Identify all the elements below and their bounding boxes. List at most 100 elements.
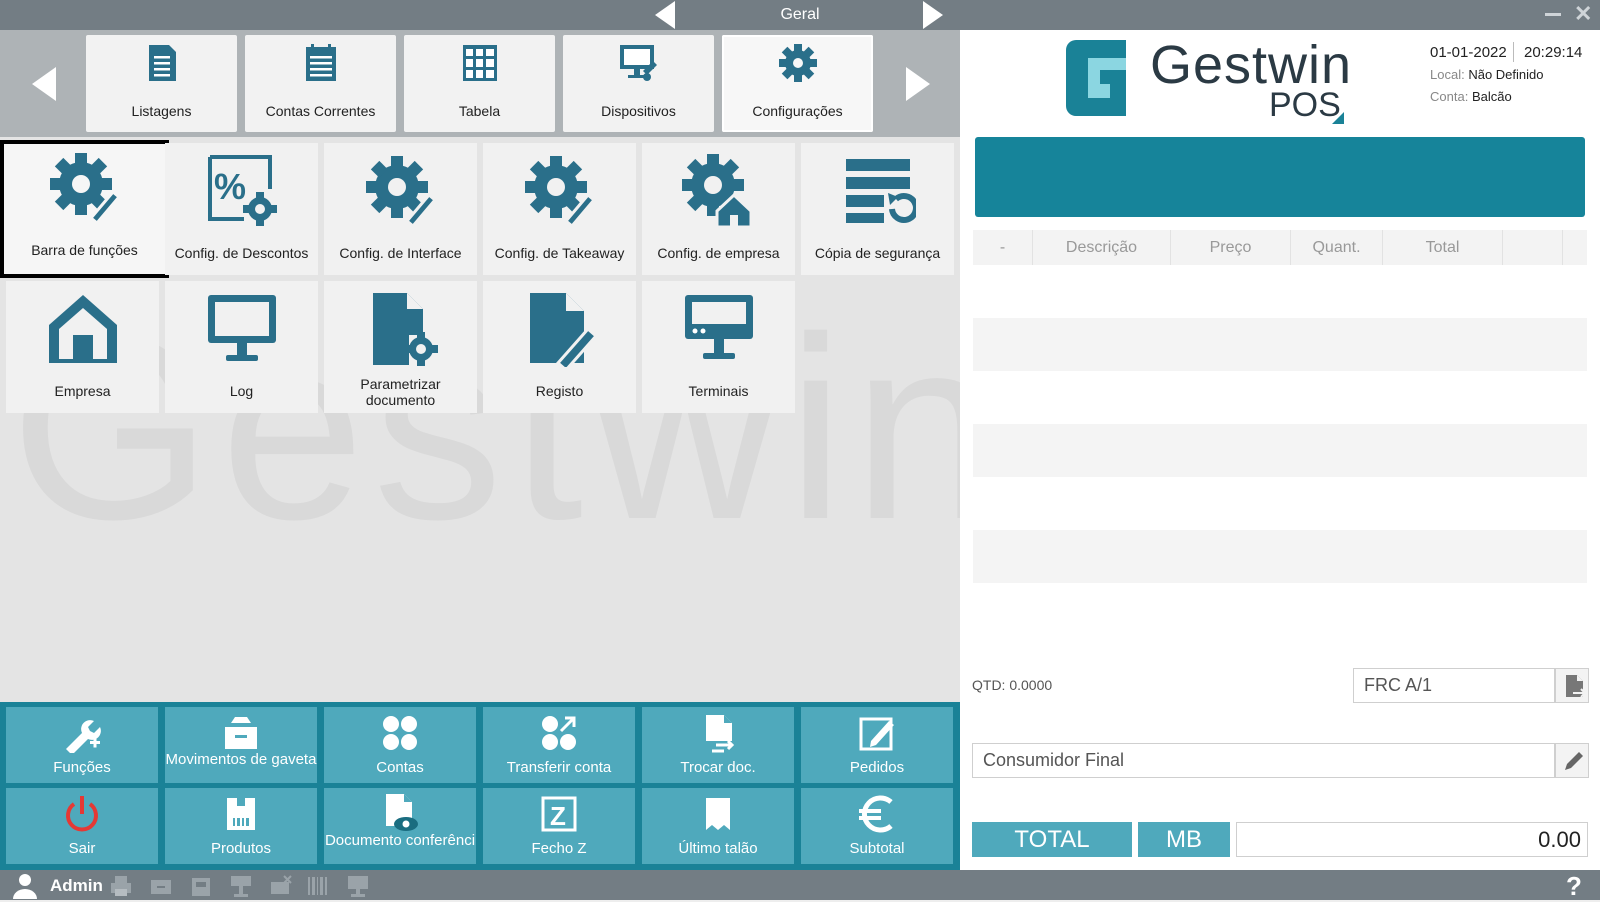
next-page-arrow-icon[interactable] (923, 1, 943, 29)
tile-terminais[interactable]: Terminais (642, 281, 795, 413)
button-label: Trocar doc. (680, 759, 756, 776)
produtos-button[interactable]: Produtos (165, 788, 317, 864)
user-name: Admin (50, 876, 103, 895)
power-icon (66, 796, 98, 832)
table-row[interactable] (973, 318, 1587, 371)
tile-config-interface[interactable]: Config. de Interface (324, 143, 477, 275)
pedidos-button[interactable]: Pedidos (801, 707, 953, 783)
divider (1513, 42, 1514, 62)
terminal-status-icon[interactable] (346, 874, 370, 898)
tile-log[interactable]: Log (165, 281, 318, 413)
table-row[interactable] (973, 583, 1587, 636)
button-label: Produtos (210, 840, 272, 857)
tab-label: Contas Correntes (265, 103, 376, 119)
funcoes-button[interactable]: Funções (6, 707, 158, 783)
tile-config-empresa[interactable]: Config. de empresa (642, 143, 795, 275)
receipt-icon (706, 798, 730, 830)
column-header-preco[interactable]: Preço (1171, 230, 1291, 265)
sair-button[interactable]: Sair (6, 788, 158, 864)
help-icon[interactable]: ? (1566, 871, 1582, 902)
cash-drawer-icon[interactable] (149, 874, 173, 898)
percent-gear-icon: % (207, 155, 277, 226)
trocar-doc-button[interactable]: Trocar doc. (642, 707, 794, 783)
svg-text:%: % (214, 166, 246, 207)
status-bar: Admin ? (0, 870, 1600, 902)
column-header-descricao[interactable]: Descrição (1033, 230, 1171, 265)
tab-label: Tabela (458, 103, 501, 119)
function-bar: Funções Movimentos de gaveta Contas Tran… (0, 702, 960, 870)
table-row[interactable] (973, 477, 1587, 530)
four-dots-icon (383, 716, 417, 750)
column-header-extra (1503, 230, 1563, 265)
minimize-icon[interactable] (1545, 13, 1561, 16)
payment-method-button[interactable]: MB (1138, 822, 1230, 857)
button-label: Subtotal (849, 840, 905, 857)
svg-text:Z: Z (550, 801, 566, 831)
tab-configuracoes[interactable]: Configurações (722, 35, 873, 132)
customer-field[interactable]: Consumidor Final (972, 743, 1555, 778)
local-label: Local: (1430, 67, 1465, 82)
scale-icon[interactable] (189, 874, 213, 898)
z-box-icon: Z (541, 796, 577, 832)
tab-tabela[interactable]: Tabela (404, 35, 555, 132)
table-row[interactable] (973, 371, 1587, 424)
subtotal-button[interactable]: Subtotal (801, 788, 953, 864)
tile-barra-de-funcoes[interactable]: Barra de funções (0, 140, 169, 278)
logo-accent-mark (1332, 112, 1344, 124)
ultimo-talao-button[interactable]: Último talão (642, 788, 794, 864)
pencil-icon (1565, 752, 1583, 770)
tile-label: Parametrizar documento (360, 376, 441, 408)
tab-dispositivos[interactable]: Dispositivos (563, 35, 714, 132)
documento-conferencia-button[interactable]: Documento conferênci (324, 788, 476, 864)
table-row[interactable] (973, 424, 1587, 477)
local-value: Não Definido (1468, 67, 1544, 82)
edit-customer-button[interactable] (1555, 743, 1589, 778)
tile-config-descontos[interactable]: % Config. de Descontos (165, 143, 318, 275)
table-row[interactable] (973, 265, 1587, 318)
column-header-total[interactable]: Total (1383, 230, 1503, 265)
document-pencil-icon (529, 293, 598, 367)
button-label: Movimentos de gaveta (165, 751, 317, 768)
transfer-dots-icon (542, 716, 576, 750)
customer-display-icon[interactable] (229, 874, 253, 898)
categories-prev-arrow-icon[interactable] (32, 67, 56, 101)
customer-display-bar (975, 137, 1585, 217)
conta-label: Conta: (1430, 89, 1469, 104)
column-header-quant[interactable]: Quant. (1291, 230, 1383, 265)
document-gear-icon (372, 293, 438, 366)
tile-label: Empresa (54, 383, 111, 399)
tile-label: Config. de Interface (339, 245, 462, 261)
session-date: 01-01-2022 (1430, 44, 1507, 61)
button-label: Pedidos (849, 759, 905, 776)
tile-label: Registo (535, 383, 584, 399)
quantity-readout: QTD: 0.0000 (972, 677, 1053, 693)
previous-page-arrow-icon[interactable] (655, 1, 675, 29)
table-row[interactable] (973, 530, 1587, 583)
tile-registo[interactable]: Registo (483, 281, 636, 413)
tab-contas-correntes[interactable]: Contas Correntes (245, 35, 396, 132)
tile-empresa[interactable]: Empresa (6, 281, 159, 413)
network-printer-icon[interactable] (269, 874, 293, 898)
close-icon[interactable]: ✕ (1574, 2, 1592, 26)
barcode-scanner-icon[interactable] (306, 874, 330, 898)
button-label: Sair (68, 840, 96, 857)
gestwin-logo-icon (1066, 40, 1126, 116)
tile-parametrizar-documento[interactable]: Parametrizar documento (324, 281, 477, 413)
button-label: Fecho Z (531, 840, 587, 857)
document-swap-icon (706, 715, 735, 753)
column-header-index[interactable]: - (973, 230, 1033, 265)
tile-copia-seguranca[interactable]: Cópia de segurança (801, 143, 954, 275)
categories-next-arrow-icon[interactable] (906, 67, 930, 101)
document-select-button[interactable] (1555, 668, 1589, 703)
transferir-conta-button[interactable]: Transferir conta (483, 707, 635, 783)
printer-icon[interactable] (109, 874, 133, 898)
tab-label: Configurações (752, 103, 843, 119)
terminal-icon (684, 295, 753, 359)
movimentos-gaveta-button[interactable]: Movimentos de gaveta (165, 707, 317, 783)
tile-config-takeaway[interactable]: Config. de Takeaway (483, 143, 636, 275)
gear-icon (778, 44, 817, 82)
fecho-z-button[interactable]: Z Fecho Z (483, 788, 635, 864)
document-series-field[interactable]: FRC A/1 (1353, 668, 1555, 703)
tab-listagens[interactable]: Listagens (86, 35, 237, 132)
contas-button[interactable]: Contas (324, 707, 476, 783)
